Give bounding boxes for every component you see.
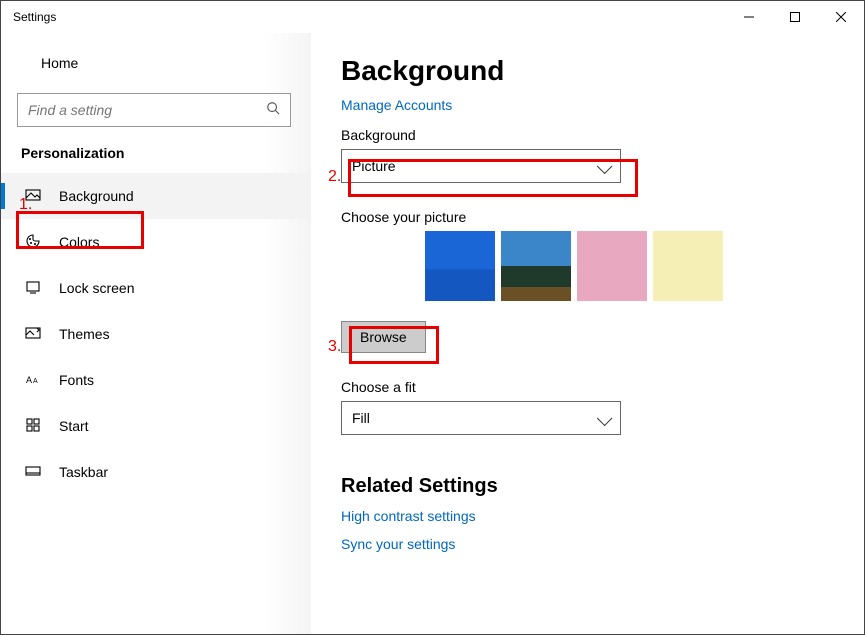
- sidebar-item-taskbar[interactable]: Taskbar: [1, 449, 311, 495]
- fit-select[interactable]: Fill: [341, 401, 621, 435]
- thumbnail[interactable]: [425, 231, 495, 301]
- palette-icon: [25, 233, 41, 252]
- search-icon: [266, 101, 280, 120]
- window-controls: [726, 2, 864, 32]
- sidebar-item-start[interactable]: Start: [1, 403, 311, 449]
- home-label: Home: [41, 55, 78, 71]
- sidebar-item-lockscreen[interactable]: Lock screen: [1, 265, 311, 311]
- themes-icon: [25, 325, 41, 344]
- thumbnail[interactable]: [501, 231, 571, 301]
- start-icon: [25, 417, 41, 436]
- search-input[interactable]: [17, 93, 291, 127]
- related-settings-heading: Related Settings: [341, 475, 834, 498]
- search-field[interactable]: [28, 102, 266, 118]
- background-label: Background: [341, 127, 834, 143]
- select-value: Picture: [352, 158, 396, 174]
- sidebar: Home Personalization Background Colors L…: [1, 33, 311, 634]
- thumbnail[interactable]: [653, 231, 723, 301]
- browse-button[interactable]: Browse: [341, 321, 426, 353]
- sidebar-item-background[interactable]: Background: [1, 173, 311, 219]
- annotation-number-2: 2.: [328, 168, 341, 186]
- sidebar-item-label: Themes: [59, 326, 110, 342]
- sidebar-item-label: Colors: [59, 234, 99, 250]
- sidebar-item-label: Lock screen: [59, 280, 134, 296]
- main-content: Background Manage Accounts Background Pi…: [311, 33, 864, 634]
- fit-label: Choose a fit: [341, 379, 834, 395]
- sync-settings-link[interactable]: Sync your settings: [341, 536, 834, 552]
- maximize-button[interactable]: [772, 2, 818, 32]
- picture-thumbnails: [341, 231, 834, 301]
- fonts-icon: AA: [25, 371, 41, 390]
- page-title: Background: [341, 55, 834, 87]
- minimize-button[interactable]: [726, 2, 772, 32]
- thumbnail[interactable]: [577, 231, 647, 301]
- sidebar-item-label: Background: [59, 188, 134, 204]
- select-value: Fill: [352, 410, 370, 426]
- home-link[interactable]: Home: [1, 43, 311, 83]
- section-label: Personalization: [1, 145, 311, 161]
- sidebar-item-themes[interactable]: Themes: [1, 311, 311, 357]
- svg-text:A: A: [33, 378, 38, 385]
- titlebar: Settings: [1, 1, 864, 33]
- lockscreen-icon: [25, 279, 41, 298]
- annotation-number-1: 1.: [19, 196, 32, 214]
- sidebar-item-label: Start: [59, 418, 89, 434]
- svg-text:A: A: [26, 375, 32, 385]
- sidebar-item-label: Taskbar: [59, 464, 108, 480]
- high-contrast-link[interactable]: High contrast settings: [341, 508, 834, 524]
- sidebar-item-label: Fonts: [59, 372, 94, 388]
- window-title: Settings: [13, 10, 56, 24]
- taskbar-icon: [25, 463, 41, 482]
- sidebar-item-colors[interactable]: Colors: [1, 219, 311, 265]
- choose-picture-label: Choose your picture: [341, 209, 834, 225]
- sidebar-item-fonts[interactable]: AA Fonts: [1, 357, 311, 403]
- manage-accounts-link[interactable]: Manage Accounts: [341, 97, 834, 113]
- close-button[interactable]: [818, 2, 864, 32]
- annotation-number-3: 3.: [328, 338, 341, 356]
- background-select[interactable]: Picture: [341, 149, 621, 183]
